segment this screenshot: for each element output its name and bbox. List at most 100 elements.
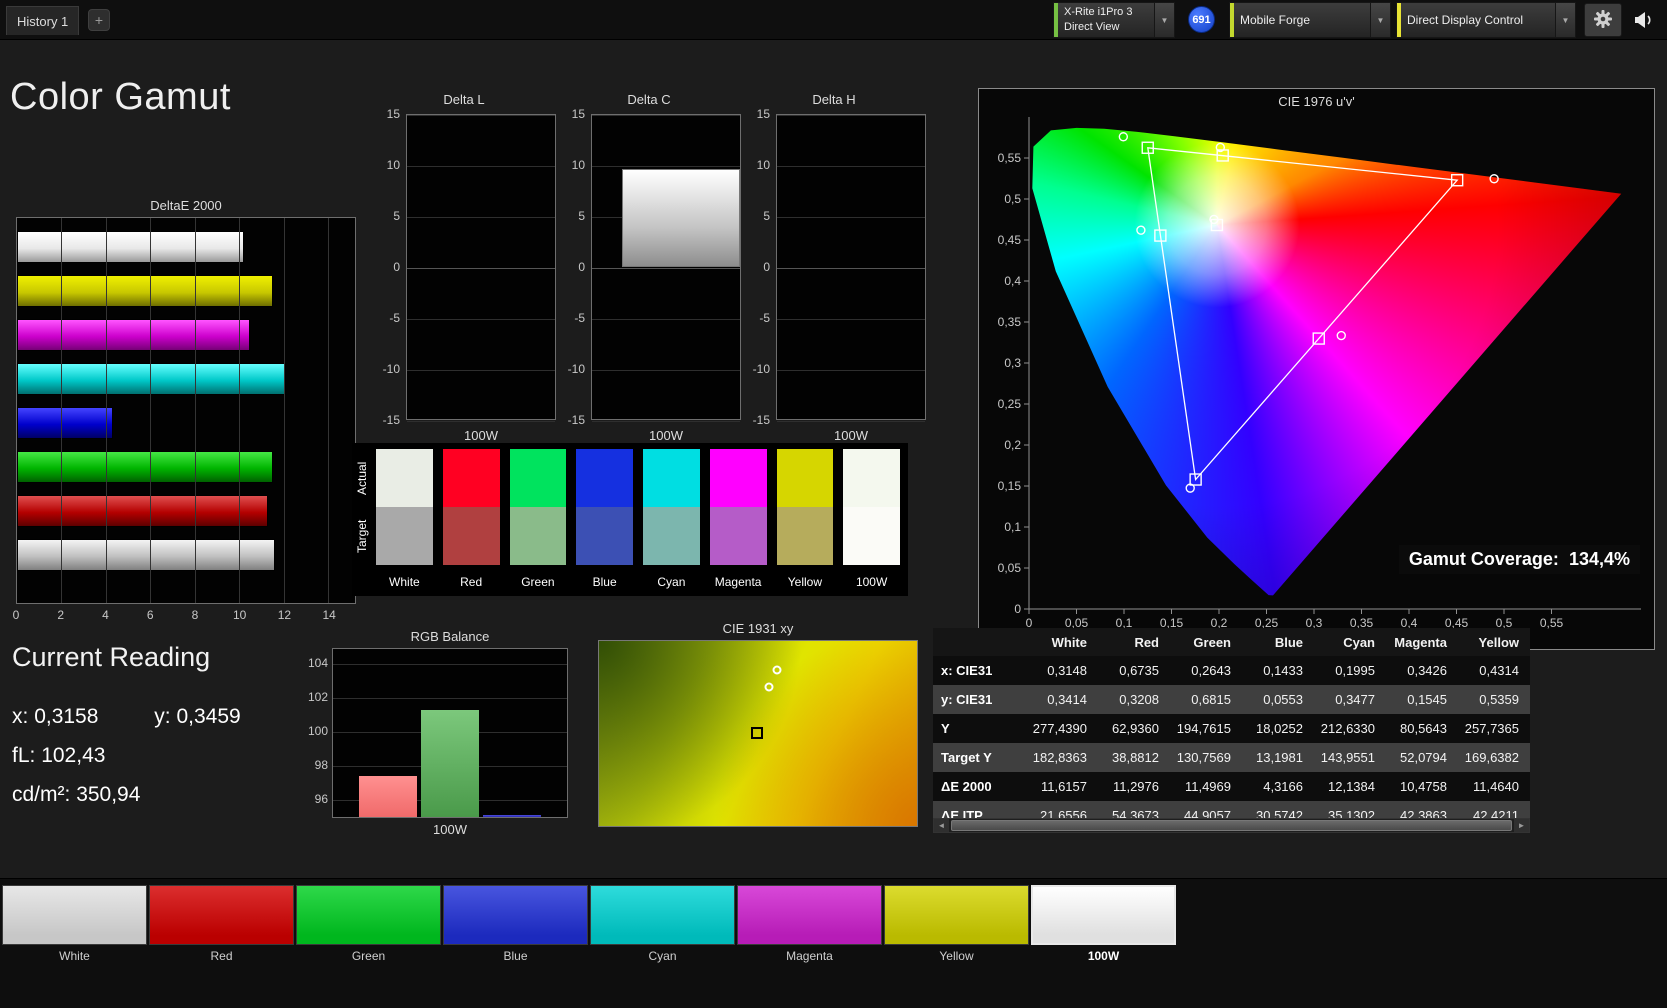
axis-tick-label: 0,25: [998, 397, 1022, 411]
chart-title: Delta C: [627, 92, 671, 107]
settings-button[interactable]: [1584, 3, 1622, 37]
table-row: y: CIE31 0,3414 0,3208 0,6815 0,0553 0,3477 0,…: [933, 685, 1530, 714]
display-control-dropdown[interactable]: Direct Display Control ▼: [1396, 2, 1576, 38]
axis-tick-label: 0,3: [1004, 356, 1021, 370]
axis-tick-label: 0: [393, 260, 400, 274]
axis-tick-label: 0,55: [1540, 616, 1564, 630]
table-row: Y 277,4390 62,9360 194,7615 18,0252 212,6330 8…: [933, 714, 1530, 743]
deltae-x-axis: 0 2 4 6 8 10 12 14: [13, 608, 356, 622]
meter-mode: Direct View: [1064, 21, 1120, 33]
patch-button-magenta[interactable]: [737, 885, 882, 945]
table-horizontal-scrollbar[interactable]: ◄ ►: [933, 818, 1530, 833]
axis-tick-label: 14: [322, 608, 336, 622]
swatch-column-green: Green: [509, 449, 567, 589]
column-header: Yellow: [1478, 634, 1519, 650]
axis-label: 100W: [464, 428, 498, 443]
current-reading: Current Reading x: 0,3158 y: 0,3459 fL: …: [12, 642, 302, 807]
gridline: [777, 268, 925, 269]
axis-tick-label: -5: [759, 311, 770, 325]
table-cell: 21,6556: [1040, 808, 1087, 818]
cie1931-panel: CIE 1931 xy: [598, 621, 918, 831]
table-cell: 143,9551: [1320, 750, 1375, 765]
patch-button-red[interactable]: [149, 885, 294, 945]
axis-tick-label: -15: [567, 413, 585, 427]
history-tab[interactable]: History 1: [6, 6, 80, 35]
rgb-balance-title: RGB Balance: [410, 629, 490, 644]
axis-tick-label: 98: [314, 758, 328, 773]
target-swatch: [576, 507, 633, 565]
table-row: ΔE ITP 21,6556 54,3673 44,9057 30,5742 35,130…: [933, 801, 1530, 818]
rgb-bar-green: [421, 709, 479, 817]
patch-button-white[interactable]: [2, 885, 147, 945]
app-window: History 1 + X-Rite i1Pro 3 Direct View ▼…: [0, 0, 1667, 1008]
table-cell: 0,0553: [1263, 692, 1303, 707]
add-tab-button[interactable]: +: [88, 9, 110, 31]
axis-label: 100W: [649, 428, 683, 443]
gridline: [328, 218, 330, 603]
table-cell: 0,2643: [1191, 663, 1231, 678]
patch-label: Green: [351, 949, 386, 963]
chevron-down-icon[interactable]: ▼: [1370, 3, 1390, 37]
table-cell: 42,3863: [1400, 808, 1447, 818]
gridline: [592, 268, 740, 269]
chart-plot: [591, 114, 741, 422]
table-cell: 130,7569: [1176, 750, 1231, 765]
gridline: [777, 421, 925, 422]
axis-tick-label: 96: [314, 792, 328, 807]
table-cell: 169,6382: [1464, 750, 1519, 765]
axis-label: 100W: [834, 428, 868, 443]
y-label: y:: [154, 705, 171, 728]
patch-button-green[interactable]: [296, 885, 441, 945]
deltae-bar-gray: [17, 539, 275, 571]
gridline: [194, 218, 196, 603]
x-label: x:: [12, 705, 29, 728]
table-row: Target Y 182,8363 38,8812 130,7569 13,1981 14…: [933, 743, 1530, 772]
chevron-down-icon[interactable]: ▼: [1555, 3, 1575, 37]
patch-button-cyan[interactable]: [590, 885, 735, 945]
table-cell: 0,3426: [1407, 663, 1447, 678]
patch-white: White: [2, 885, 147, 963]
table-cell: 0,3208: [1119, 692, 1159, 707]
scroll-right-button[interactable]: ►: [1514, 819, 1529, 832]
patch-button-blue[interactable]: [443, 885, 588, 945]
table-cell: 194,7615: [1176, 721, 1231, 736]
table-cell: 18,0252: [1256, 721, 1303, 736]
axis-tick-label: 10: [232, 608, 247, 622]
table-cell: 35,1302: [1328, 808, 1375, 818]
table-cell: 0,1433: [1263, 663, 1303, 678]
chevron-down-icon[interactable]: ▼: [1154, 3, 1174, 37]
current-reading-title: Current Reading: [12, 642, 211, 672]
axis-tick-label: 0,05: [998, 561, 1022, 575]
axis-tick-label: -15: [752, 413, 770, 427]
scrollbar-thumb[interactable]: [951, 820, 1512, 831]
scroll-left-button[interactable]: ◄: [934, 819, 949, 832]
column-header: Cyan: [1343, 634, 1375, 650]
meter-dropdown[interactable]: X-Rite i1Pro 3 Direct View ▼: [1053, 2, 1175, 38]
gridline: [592, 115, 740, 116]
axis-tick-label: 0,45: [998, 233, 1022, 247]
table-cell: 62,9360: [1112, 721, 1159, 736]
speaker-icon[interactable]: [1630, 8, 1658, 32]
patch-button-yellow[interactable]: [884, 885, 1029, 945]
axis-tick-label: -15: [382, 413, 400, 427]
axis-tick-label: 10: [756, 158, 770, 172]
cie1976-title: CIE 1976 u'v': [1278, 94, 1355, 109]
axis-tick-label: 0,1: [1004, 520, 1021, 534]
deltae-chart-title: DeltaE 2000: [150, 198, 222, 213]
target-swatch: [376, 507, 433, 565]
axis-tick-label: 0,4: [1004, 274, 1021, 288]
axis-tick-label: -5: [574, 311, 585, 325]
patch-button-100w[interactable]: [1031, 885, 1176, 945]
gridline: [592, 421, 740, 422]
gridline: [61, 218, 63, 603]
gridline: [407, 421, 555, 422]
row-label: ΔE 2000: [941, 779, 992, 794]
gear-icon: [1593, 9, 1613, 32]
measured-point-cyan: [1136, 225, 1146, 235]
gridline: [105, 218, 107, 603]
source-dropdown[interactable]: Mobile Forge ▼: [1229, 2, 1391, 38]
y-value: 0,3459: [176, 705, 241, 728]
actual-swatch: [709, 449, 767, 507]
table-header-row: White Red Green Blue Cyan Magenta Yellow: [933, 628, 1530, 656]
axis-tick-label: 15: [756, 107, 770, 121]
